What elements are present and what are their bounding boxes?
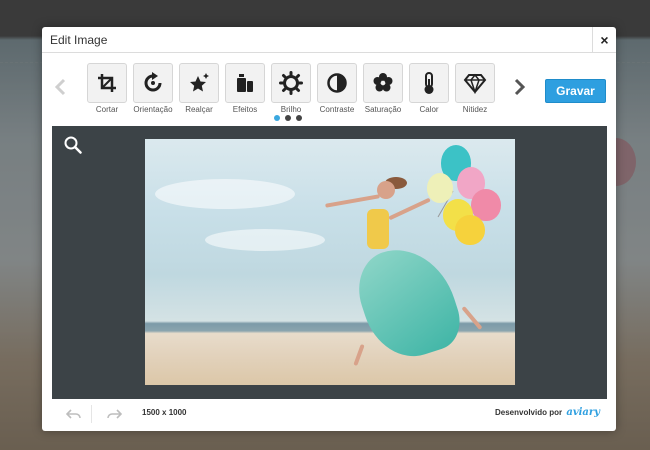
photo-leg — [461, 305, 483, 331]
page-dot-2[interactable] — [285, 115, 291, 121]
photo-balloon — [455, 215, 485, 245]
diamond-icon — [455, 63, 495, 103]
photo-skirt — [348, 235, 468, 369]
powered-by-label: Desenvolvido por — [494, 408, 563, 417]
aviary-logo[interactable]: aviary — [566, 407, 600, 418]
saturation-icon — [363, 63, 403, 103]
effects-icon — [225, 63, 265, 103]
redo-button[interactable] — [96, 405, 132, 423]
photo-cloud — [205, 229, 325, 251]
chevron-left-icon — [54, 78, 66, 96]
page-dot-1[interactable] — [274, 115, 280, 121]
page-dot-3[interactable] — [296, 115, 302, 121]
modal-header: Edit Image × — [42, 27, 616, 53]
contrast-icon — [317, 63, 357, 103]
next-tools-arrow[interactable] — [510, 77, 528, 97]
image-canvas — [52, 126, 607, 399]
photo-arm — [325, 194, 380, 208]
close-button[interactable]: × — [592, 27, 616, 53]
zoom-icon[interactable] — [64, 136, 82, 154]
undo-button[interactable] — [56, 405, 92, 423]
tool-toolbar: Cortar Orientação Realçar Efeitos Brilho… — [42, 53, 616, 127]
thermometer-icon — [409, 63, 449, 103]
photo-arm — [388, 197, 431, 221]
enhance-icon — [179, 63, 219, 103]
brightness-icon — [271, 63, 311, 103]
rotate-icon — [133, 63, 173, 103]
edited-photo[interactable] — [145, 139, 515, 385]
modal-title: Edit Image — [50, 33, 108, 47]
save-button[interactable]: Gravar — [545, 79, 606, 103]
modal-footer: 1500 x 1000 Desenvolvido por aviary — [42, 399, 616, 431]
photo-head — [377, 181, 395, 199]
photo-cloud — [155, 179, 295, 209]
crop-icon — [87, 63, 127, 103]
previous-tools-arrow[interactable] — [52, 77, 70, 97]
chevron-right-icon — [514, 78, 526, 96]
photo-torso — [367, 209, 389, 249]
photo-balloon — [427, 173, 453, 203]
redo-icon — [107, 409, 122, 419]
edit-image-modal: Edit Image × Cortar Orientação Realçar E… — [42, 27, 616, 431]
powered-by: Desenvolvido por aviary — [495, 407, 600, 418]
image-dimensions: 1500 x 1000 — [142, 408, 187, 417]
undo-icon — [65, 409, 81, 419]
tool-sharpness[interactable]: Nitidez — [454, 63, 496, 114]
tool-label: Nitidez — [462, 105, 488, 114]
photo-leg — [353, 343, 365, 367]
